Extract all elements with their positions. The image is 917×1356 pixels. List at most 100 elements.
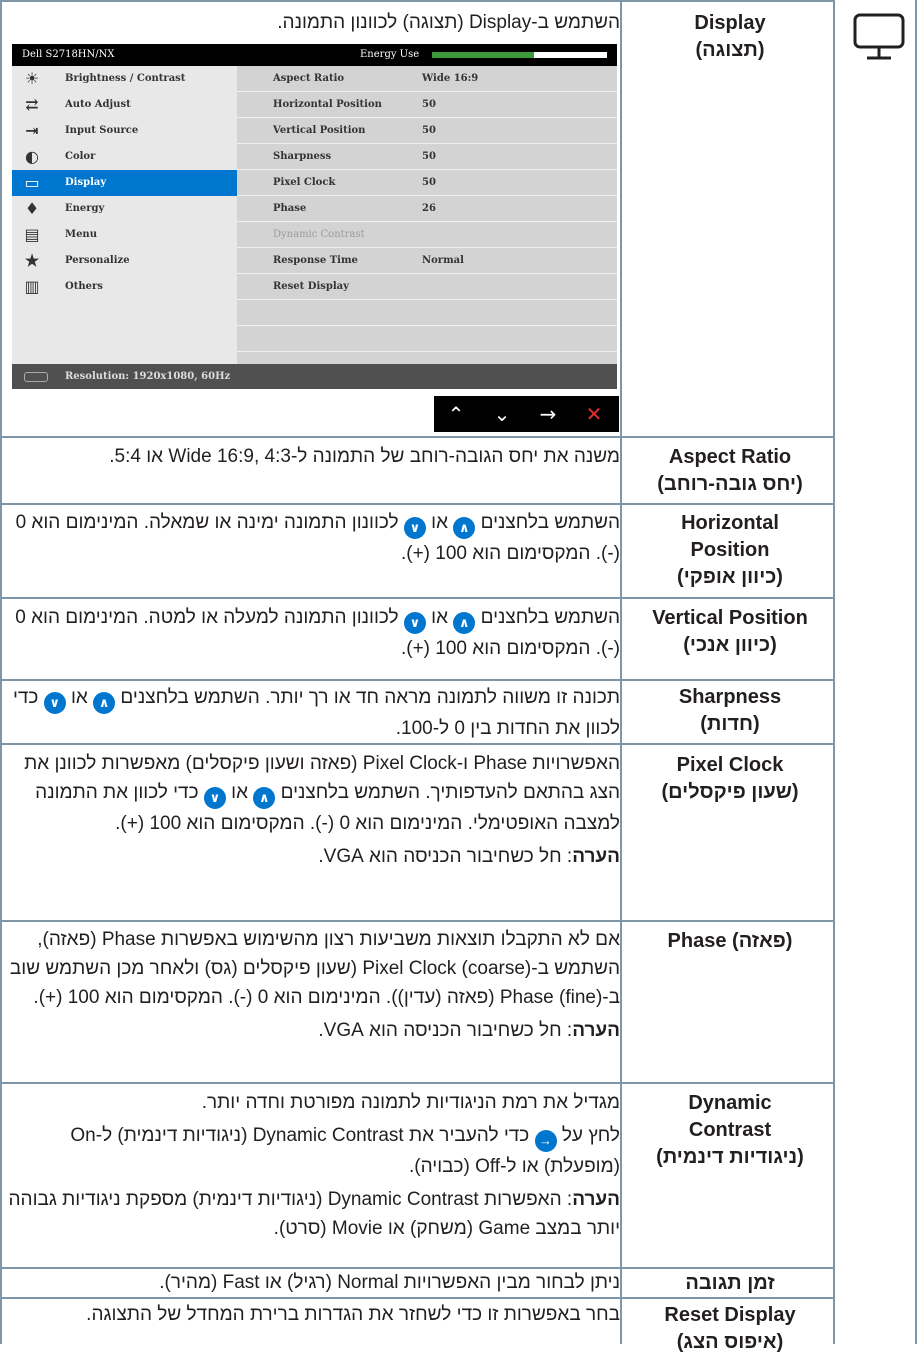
osd-menu-item-display[interactable]: ▭ Display: [12, 170, 237, 196]
osd-setting-empty: [237, 326, 617, 352]
desc-text: תכונה זו משווה לתמונה מראה חד או רך יותר…: [120, 687, 620, 708]
monitor-icon: [853, 13, 905, 60]
down-button-icon: ∨: [403, 517, 426, 539]
close-icon[interactable]: ✕: [572, 400, 616, 428]
osd-setting-key: Response Time: [273, 255, 358, 266]
desc-text: או: [231, 782, 249, 803]
osd-energy-label: Energy Use: [360, 49, 420, 60]
osd-setting-key: Horizontal Position: [273, 99, 382, 110]
sun-icon: ☀: [24, 69, 40, 88]
note-label: הערה: [572, 846, 620, 867]
row-name-sharpness: Sharpness (חדות): [678, 686, 782, 735]
osd-energy-bar: [432, 52, 607, 58]
osd-menu-item-input-source[interactable]: ⇥ Input Source: [12, 118, 237, 144]
right-icon[interactable]: →: [526, 400, 570, 428]
manual-page: Display (תצוגה) השתמש ב-Display (תצוגה) …: [0, 0, 917, 1353]
row-name-reset-display: Reset Display (איפוס הצג): [664, 1304, 796, 1353]
osd-setting-phase[interactable]: Phase 26: [237, 196, 617, 222]
row-desc-phase: אם לא התקבלו תוצאות משביעות רצון מהשימוש…: [6, 925, 620, 1049]
osd-setting-key: Aspect Ratio: [273, 73, 345, 84]
osd-resolution: Resolution: 1920x1080, 60Hz: [65, 371, 231, 382]
desc-text: מגדיל את רמת הניגודיות לתמונה מפורטת וחד…: [201, 1092, 620, 1113]
osd-setting-response-time[interactable]: Response Time Normal: [237, 248, 617, 274]
osd-menu-item-color[interactable]: ◐ Color: [12, 144, 237, 170]
osd-menu-label: Menu: [65, 229, 97, 240]
note-label: הערה: [572, 1020, 620, 1041]
osd-energy-fill: [432, 52, 534, 58]
osd-setting-key: Reset Display: [273, 281, 349, 292]
down-button-icon: ∨: [203, 787, 226, 809]
osd-menu-label: Display: [65, 177, 107, 188]
osd-setting-key: Dynamic Contrast: [273, 229, 365, 240]
osd-menu-label: Personalize: [65, 255, 130, 266]
osd-model-name: Dell S2718HN/NX: [22, 49, 115, 60]
desc-text: אם לא התקבלו תוצאות משביעות רצון מהשימוש…: [9, 929, 620, 1008]
osd-setting-value: 50: [422, 177, 436, 188]
row-divider: [0, 503, 833, 505]
osd-setting-value: 50: [422, 151, 436, 162]
row-desc-aspect-ratio: משנה את יחס הגובה-רוחב של התמונה ל-Wide …: [109, 446, 620, 467]
osd-screenshot: Dell S2718HN/NX Energy Use ☀ Brightness /…: [12, 44, 617, 389]
row-name-response-time: זמן תגובה: [685, 1272, 775, 1294]
row-desc-pixel-clock: האפשרויות Phase ו-Pixel Clock (פאזה ושעו…: [6, 749, 620, 875]
right-button-icon: →: [534, 1130, 557, 1152]
desc-text: או: [431, 512, 449, 533]
osd-menu-item-brightness-contrast[interactable]: ☀ Brightness / Contrast: [12, 66, 237, 92]
osd-menu-label: Others: [65, 281, 103, 292]
desc-text: השתמש בלחצנים: [480, 512, 620, 533]
osd-setting-vertical-position[interactable]: Vertical Position 50: [237, 118, 617, 144]
osd-button-bar: ⌃ ⌄ → ✕: [434, 396, 619, 432]
osd-menu-item-personalize[interactable]: ★ Personalize: [12, 248, 237, 274]
osd-menu-item-energy[interactable]: ♦ Energy: [12, 196, 237, 222]
osd-settings: Aspect Ratio Wide 16:9 Horizontal Positio…: [237, 66, 617, 364]
osd-menu-item-others[interactable]: ▥ Others: [12, 274, 237, 300]
input-source-icon: ⇥: [25, 121, 39, 140]
row-divider: [0, 1082, 833, 1084]
menu-icon: ▤: [24, 225, 40, 244]
osd-menu-item-auto-adjust[interactable]: ⇄ Auto Adjust: [12, 92, 237, 118]
osd-menu-label: Brightness / Contrast: [65, 73, 186, 84]
star-icon: ★: [24, 251, 40, 270]
osd-setting-reset-display[interactable]: Reset Display: [237, 274, 617, 300]
osd-menu-item-menu[interactable]: ▤ Menu: [12, 222, 237, 248]
osd-setting-value: Normal: [422, 255, 464, 266]
osd-setting-value: 26: [422, 203, 436, 214]
table-border-right: [833, 0, 835, 1344]
osd-setting-value: Wide 16:9: [422, 73, 479, 84]
desc-text: או: [70, 687, 88, 708]
up-button-icon: ∧: [93, 692, 116, 714]
energy-icon: ♦: [24, 199, 40, 218]
row-name-phase: Phase (פאזה): [667, 930, 793, 952]
note-text: : חל כשחיבור הכניסה הוא VGA.: [318, 1020, 573, 1041]
row-desc-display: השתמש ב-Display (תצוגה) לכוונון התמונה.: [277, 12, 620, 33]
row-divider: [0, 0, 833, 2]
row-divider: [0, 1297, 833, 1299]
row-divider: [0, 436, 833, 438]
osd-setting-value: 50: [422, 99, 436, 110]
table-column-divider: [620, 0, 622, 1344]
vga-connector-icon: [24, 372, 48, 382]
osd-setting-pixel-clock[interactable]: Pixel Clock 50: [237, 170, 617, 196]
osd-setting-aspect-ratio[interactable]: Aspect Ratio Wide 16:9: [237, 66, 617, 92]
osd-setting-key: Sharpness: [273, 151, 332, 162]
row-name-horizontal-position: Horizontal Position (כיוון אופקי): [677, 512, 783, 588]
up-button-icon: ∧: [253, 787, 276, 809]
down-icon[interactable]: ⌄: [480, 400, 524, 428]
desc-text: או: [431, 607, 449, 628]
display-icon: ▭: [24, 173, 40, 192]
desc-text: לחץ על: [561, 1125, 620, 1146]
note-text: : האפשרות Dynamic Contrast (ניגודיות דינ…: [8, 1189, 620, 1239]
osd-menu-label: Auto Adjust: [65, 99, 131, 110]
osd-setting-key: Pixel Clock: [273, 177, 336, 188]
desc-text: השתמש בלחצנים: [480, 607, 620, 628]
others-icon: ▥: [24, 277, 40, 296]
row-name-dynamic-contrast: Dynamic Contrast (ניגודיות דינמית): [656, 1092, 804, 1168]
up-icon[interactable]: ⌃: [434, 400, 478, 428]
down-button-icon: ∨: [43, 692, 66, 714]
row-desc-response-time: ניתן לבחור מבין האפשרויות Normal (רגיל) …: [159, 1272, 620, 1293]
osd-setting-horizontal-position[interactable]: Horizontal Position 50: [237, 92, 617, 118]
up-button-icon: ∧: [453, 517, 476, 539]
osd-menu-label: Color: [65, 151, 96, 162]
osd-setting-sharpness[interactable]: Sharpness 50: [237, 144, 617, 170]
osd-menu-label: Input Source: [65, 125, 139, 136]
